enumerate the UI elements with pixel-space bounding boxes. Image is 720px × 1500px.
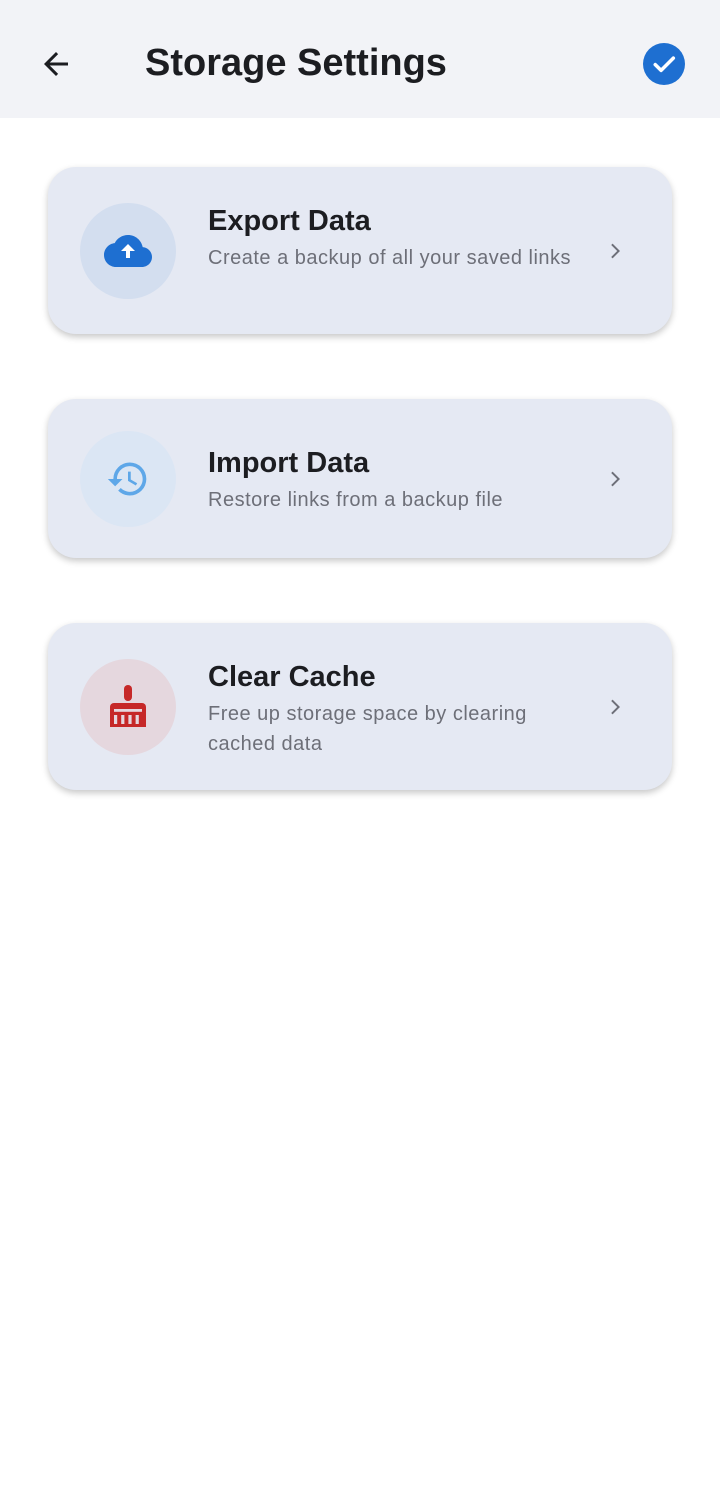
export-data-card[interactable]: Export Data Create a backup of all your … <box>48 167 672 334</box>
cloud-upload-icon <box>104 235 152 267</box>
import-data-subtitle: Restore links from a backup file <box>208 489 504 511</box>
import-data-title: Import Data <box>208 447 370 479</box>
chevron-right-icon <box>604 239 628 263</box>
clear-cache-title: Clear Cache <box>208 661 376 693</box>
export-data-title: Export Data <box>208 205 371 237</box>
broom-icon <box>110 685 146 727</box>
back-button[interactable] <box>26 34 86 94</box>
arrow-left-icon <box>44 52 68 76</box>
confirm-button[interactable] <box>643 43 685 85</box>
chevron-right-icon <box>604 467 628 491</box>
import-data-card[interactable]: Import Data Restore links from a backup … <box>48 399 672 558</box>
export-data-subtitle: Create a backup of all your saved links <box>208 247 572 269</box>
export-icon-badge <box>80 203 176 299</box>
history-restore-icon <box>107 462 147 496</box>
clear-cache-subtitle: Free up storage space by clearing cached… <box>208 703 527 755</box>
app-bar: Storage Settings <box>0 0 720 118</box>
clear-cache-card[interactable]: Clear Cache Free up storage space by cle… <box>48 623 672 790</box>
clear-cache-icon-badge <box>80 659 176 755</box>
import-icon-badge <box>80 431 176 527</box>
check-circle-icon <box>653 56 676 73</box>
chevron-right-icon <box>604 695 628 719</box>
page-title: Storage Settings <box>145 42 447 84</box>
